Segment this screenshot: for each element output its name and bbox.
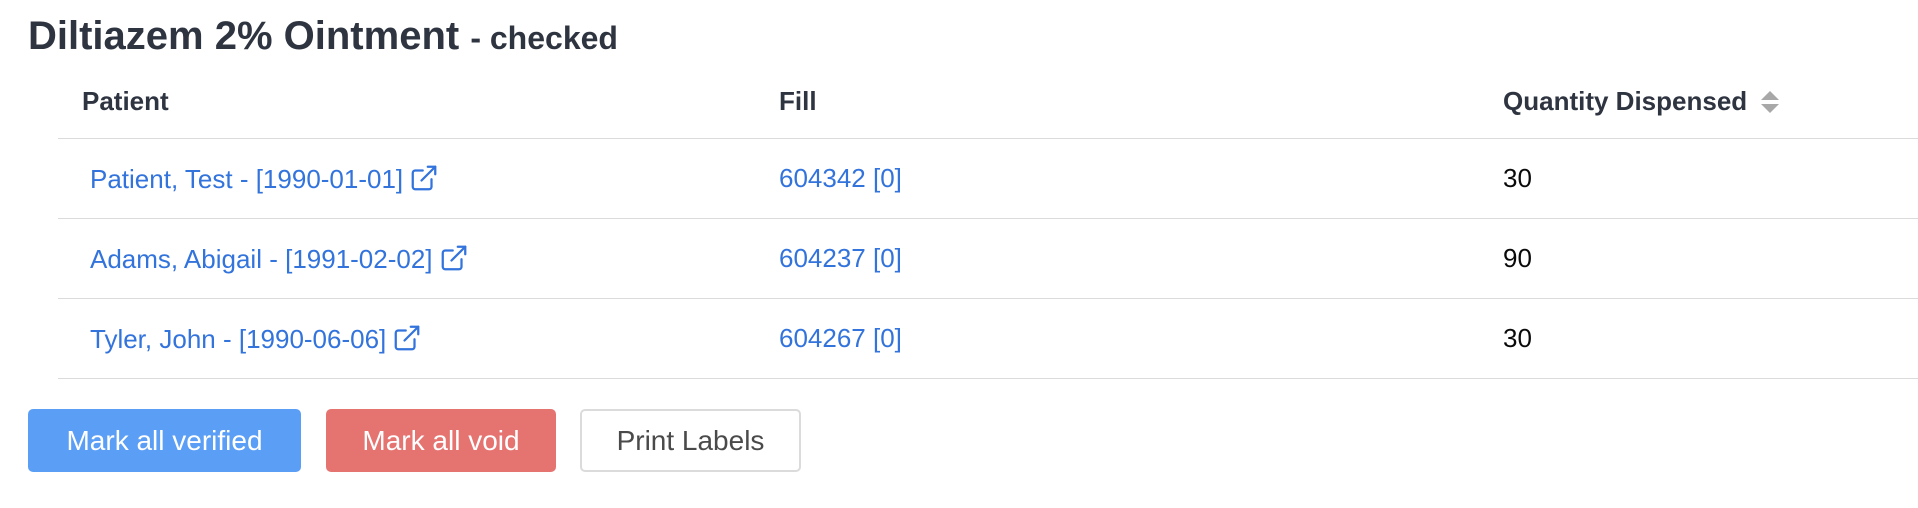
fill-link[interactable]: 604237 [0] xyxy=(779,243,902,273)
patient-cell: Tyler, John - [1990-06-06] xyxy=(58,298,779,379)
mark-all-verified-button[interactable]: Mark all verified xyxy=(28,409,301,472)
fill-cell: 604267 [0] xyxy=(779,298,1503,379)
mark-all-void-button[interactable]: Mark all void xyxy=(326,409,556,472)
fill-cell: 604342 [0] xyxy=(779,138,1503,219)
table-header-row: Patient Fill Quantity Dispensed xyxy=(58,64,1918,139)
table-row: Tyler, John - [1990-06-06] 604267 [0] 30 xyxy=(58,298,1918,379)
external-link-icon[interactable] xyxy=(392,323,422,353)
quantity-cell: 90 xyxy=(1503,218,1918,299)
status-label: - checked xyxy=(470,20,618,56)
fills-table: Patient Fill Quantity Dispensed Patient,… xyxy=(58,64,1918,379)
patient-link[interactable]: Patient, Test - [1990-01-01] xyxy=(90,164,403,194)
fill-link[interactable]: 604267 [0] xyxy=(779,323,902,353)
quantity-cell: 30 xyxy=(1503,298,1918,379)
patient-cell: Adams, Abigail - [1991-02-02] xyxy=(58,218,779,299)
column-header-patient: Patient xyxy=(58,64,779,139)
external-link-icon[interactable] xyxy=(439,243,469,273)
external-link-icon[interactable] xyxy=(409,163,439,193)
table-row: Patient, Test - [1990-01-01] 604342 [0] … xyxy=(58,138,1918,219)
patient-cell: Patient, Test - [1990-01-01] xyxy=(58,138,779,219)
page: Diltiazem 2% Ointment - checked Patient … xyxy=(0,0,1918,508)
table-row: Adams, Abigail - [1991-02-02] 604237 [0]… xyxy=(58,218,1918,299)
drug-name: Diltiazem 2% Ointment xyxy=(28,14,460,58)
fill-link[interactable]: 604342 [0] xyxy=(779,163,902,193)
column-header-quantity-label[interactable]: Quantity Dispensed xyxy=(1503,86,1747,116)
fill-cell: 604237 [0] xyxy=(779,218,1503,299)
patient-link[interactable]: Adams, Abigail - [1991-02-02] xyxy=(90,244,433,274)
sort-icon[interactable] xyxy=(1759,89,1781,115)
column-header-fill: Fill xyxy=(779,64,1503,139)
patient-link[interactable]: Tyler, John - [1990-06-06] xyxy=(90,324,386,354)
page-title: Diltiazem 2% Ointment - checked xyxy=(28,8,618,66)
print-labels-button[interactable]: Print Labels xyxy=(580,409,801,472)
column-header-quantity[interactable]: Quantity Dispensed xyxy=(1503,64,1918,139)
quantity-cell: 30 xyxy=(1503,138,1918,219)
